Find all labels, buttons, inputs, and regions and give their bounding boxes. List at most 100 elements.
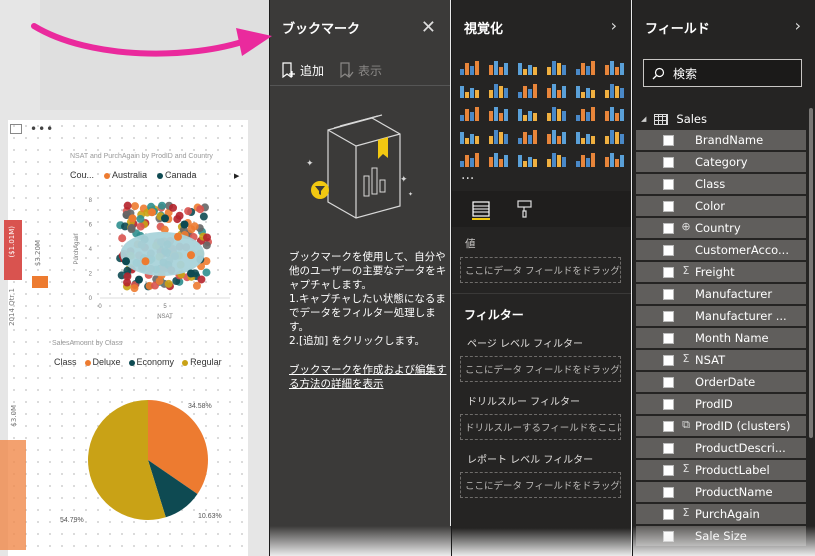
format-tab-icon[interactable] — [514, 198, 536, 220]
more-visuals-icon[interactable]: ... — [452, 167, 631, 182]
visual-icon-bar — [517, 63, 522, 75]
field-checkbox[interactable] — [663, 399, 674, 410]
more-options-icon[interactable]: ••• — [30, 123, 54, 135]
line-clustered-visual-icon[interactable] — [575, 80, 595, 98]
field-checkbox[interactable] — [663, 421, 674, 432]
field-checkbox[interactable] — [663, 465, 674, 476]
field-item[interactable]: Σ PurchAgain — [636, 504, 806, 524]
chevron-right-icon[interactable]: › — [611, 16, 617, 35]
legend-item-canada[interactable]: Canada — [157, 170, 197, 180]
sigma-icon: Σ — [682, 462, 690, 475]
field-item[interactable]: Σ NSAT — [636, 350, 806, 370]
field-item[interactable]: Manufacturer — [636, 284, 806, 304]
matrix-visual-icon[interactable] — [546, 149, 566, 167]
visual-icon-bar — [556, 136, 561, 144]
field-checkbox[interactable] — [663, 135, 674, 146]
field-item[interactable]: CustomerAcco... — [636, 240, 806, 260]
slicer-visual-icon[interactable] — [488, 149, 508, 167]
r-visual-visual-icon[interactable] — [575, 149, 595, 167]
field-checkbox[interactable] — [663, 289, 674, 300]
100-column-visual-icon[interactable] — [604, 57, 624, 75]
field-checkbox[interactable] — [663, 377, 674, 388]
field-item[interactable]: BrandName — [636, 130, 806, 150]
shape-map-visual-icon[interactable] — [488, 126, 508, 144]
field-checkbox[interactable] — [663, 355, 674, 366]
kpi-visual-icon[interactable] — [459, 149, 479, 167]
learn-more-link[interactable]: ブックマークを作成および編集する方法の詳細を表示 — [289, 363, 449, 391]
field-checkbox[interactable] — [663, 509, 674, 520]
search-input[interactable]: 検索 — [643, 59, 802, 87]
focus-mode-icon[interactable] — [10, 124, 22, 134]
gauge-visual-icon[interactable] — [546, 126, 566, 144]
field-item[interactable]: Month Name — [636, 328, 806, 348]
add-bookmark-button[interactable]: 追加 — [280, 62, 324, 79]
scrollbar[interactable] — [809, 108, 813, 438]
field-item[interactable]: ProductDescri... — [636, 438, 806, 458]
drillthrough-dropzone[interactable]: ドリルスルーするフィールドをここにドラッグ — [460, 414, 621, 440]
visual-icon-bar — [575, 69, 580, 75]
field-checkbox[interactable] — [663, 179, 674, 190]
line-visual-icon[interactable] — [459, 80, 479, 98]
scatter-chart[interactable]: 8 6 4 2 00 5 NSAT PurchAgain — [60, 190, 240, 320]
ribbon-visual-icon[interactable] — [604, 80, 624, 98]
field-item[interactable]: ProductName — [636, 482, 806, 502]
field-checkbox[interactable] — [663, 267, 674, 278]
fields-tab-icon[interactable] — [470, 198, 492, 220]
report-filter-dropzone[interactable]: ここにデータ フィールドをドラッグ — [460, 472, 621, 498]
stacked-bar-visual-icon[interactable] — [459, 57, 479, 75]
chevron-right-icon[interactable]: › — [795, 16, 801, 35]
legend-next-icon[interactable]: ▶ — [234, 172, 239, 180]
fields-tree: ◢ Sales BrandName Category Class Color ⊕ Coun… — [633, 108, 815, 548]
scatter-visual-icon[interactable] — [488, 103, 508, 121]
stacked-area-visual-icon[interactable] — [517, 80, 537, 98]
line-column-visual-icon[interactable] — [546, 80, 566, 98]
field-checkbox[interactable] — [663, 311, 674, 322]
treemap-visual-icon[interactable] — [575, 103, 595, 121]
close-icon[interactable]: ✕ — [421, 17, 436, 38]
field-item[interactable]: Manufacturer ... — [636, 306, 806, 326]
clustered-column-visual-icon[interactable] — [546, 57, 566, 75]
field-item[interactable]: Σ Freight — [636, 262, 806, 282]
field-item[interactable]: Color — [636, 196, 806, 216]
pie-chart[interactable]: 34.58% 10.63% 54.79% — [60, 390, 250, 540]
collapse-triangle-icon[interactable]: ◢ — [641, 115, 646, 123]
field-item[interactable]: ⧉ ProdID (clusters) — [636, 416, 806, 436]
field-checkbox[interactable] — [663, 157, 674, 168]
field-item[interactable]: Σ ProductLabel — [636, 460, 806, 480]
field-checkbox[interactable] — [663, 201, 674, 212]
card-visual-icon[interactable] — [575, 126, 595, 144]
field-item[interactable]: Category — [636, 152, 806, 172]
field-item[interactable]: Class — [636, 174, 806, 194]
waterfall-visual-icon[interactable] — [459, 103, 479, 121]
legend-item-australia[interactable]: Australia — [104, 170, 147, 180]
area-visual-icon[interactable] — [488, 80, 508, 98]
pie-visual-icon[interactable] — [517, 103, 537, 121]
globe-visual-icon[interactable] — [604, 149, 624, 167]
page-filter-dropzone[interactable]: ここにデータ フィールドをドラッグ — [460, 356, 621, 382]
field-checkbox[interactable] — [663, 443, 674, 454]
legend-item-regular[interactable]: Regular — [182, 357, 222, 367]
clustered-bar-visual-icon[interactable] — [517, 57, 537, 75]
table-visual-icon[interactable] — [517, 149, 537, 167]
donut-visual-icon[interactable] — [546, 103, 566, 121]
map-visual-icon[interactable] — [604, 103, 624, 121]
funnel-visual-icon[interactable] — [517, 126, 537, 144]
field-item[interactable]: OrderDate — [636, 372, 806, 392]
field-checkbox[interactable] — [663, 333, 674, 344]
stacked-column-visual-icon[interactable] — [488, 57, 508, 75]
scatter-point-canada — [187, 269, 195, 278]
field-checkbox[interactable] — [663, 245, 674, 256]
field-item[interactable]: ProdID — [636, 394, 806, 414]
partial-visual-orange[interactable] — [0, 440, 26, 550]
table-sales[interactable]: ◢ Sales — [633, 108, 815, 130]
filled-map-visual-icon[interactable] — [459, 126, 479, 144]
legend-item-economy[interactable]: Economy — [128, 357, 174, 367]
field-checkbox[interactable] — [663, 487, 674, 498]
multirow-card-visual-icon[interactable] — [604, 126, 624, 144]
legend-item-deluxe[interactable]: Deluxe — [84, 357, 121, 367]
values-dropzone[interactable]: ここにデータ フィールドをドラッグ — [460, 257, 621, 283]
field-item[interactable]: ⊕ Country — [636, 218, 806, 238]
field-checkbox[interactable] — [663, 223, 674, 234]
view-bookmark-button[interactable]: 表示 — [338, 62, 382, 79]
100-bar-visual-icon[interactable] — [575, 57, 595, 75]
